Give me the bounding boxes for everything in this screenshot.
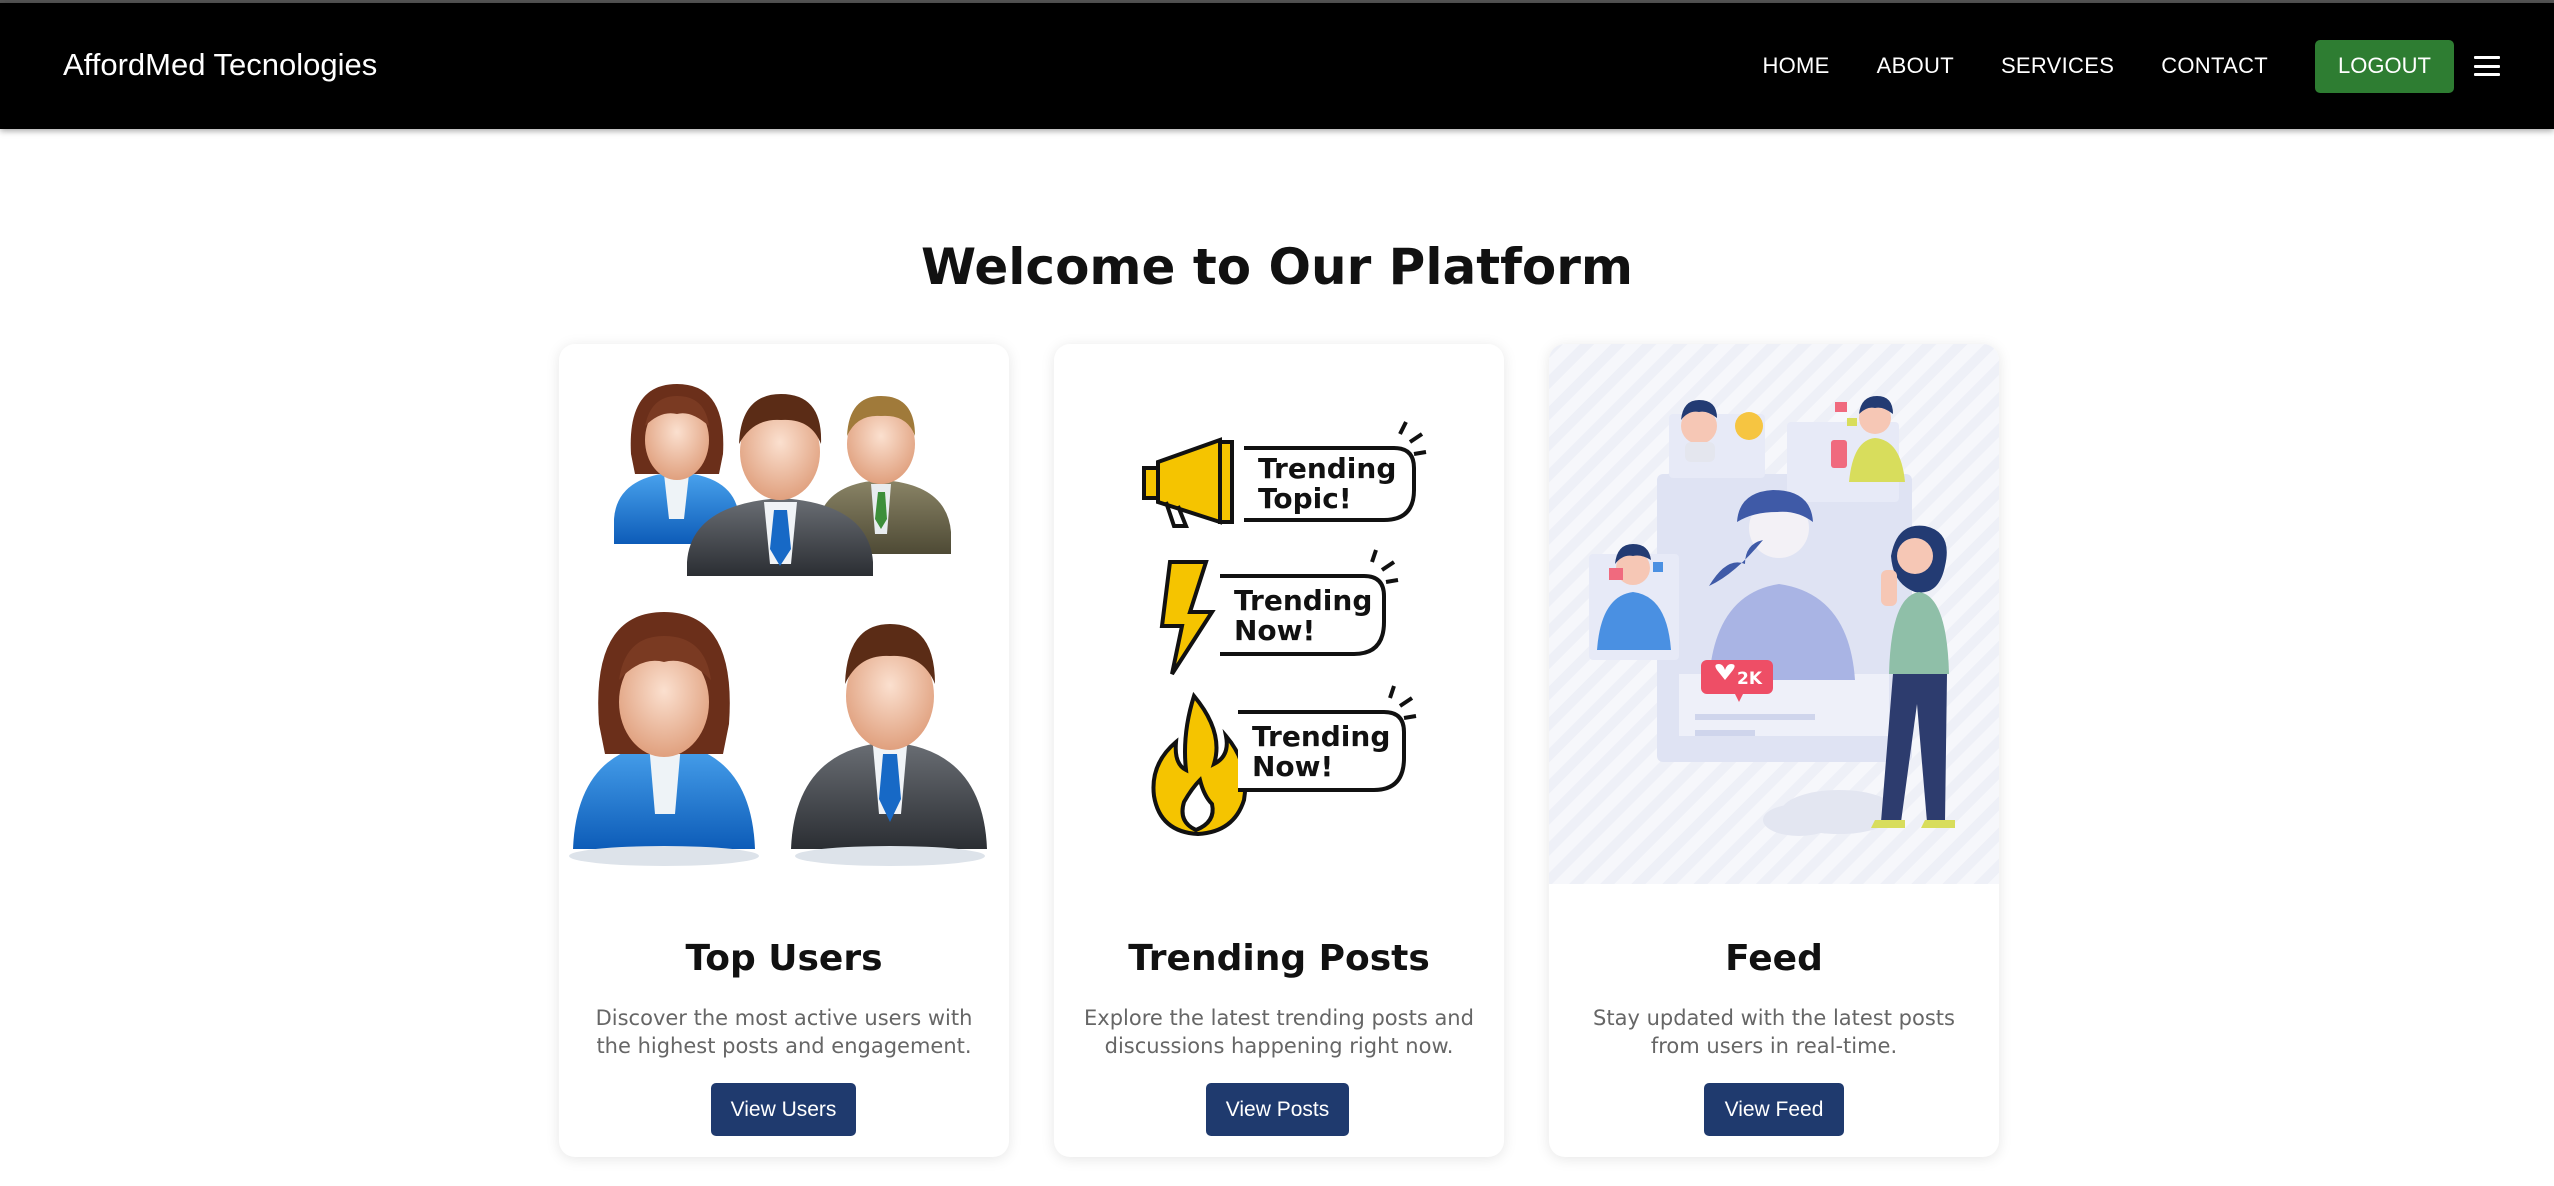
- card-title: Top Users: [685, 938, 883, 979]
- card-feed: 2K Feed Stay updated with the latest pos…: [1549, 344, 1999, 1157]
- nav-home[interactable]: HOME: [1762, 53, 1829, 79]
- card-title: Feed: [1725, 938, 1823, 979]
- card-description: Stay updated with the latest posts from …: [1593, 1006, 1955, 1058]
- view-users-button[interactable]: View Users: [711, 1083, 856, 1136]
- badge-2-line2: Now!: [1234, 614, 1315, 647]
- view-feed-button[interactable]: View Feed: [1704, 1083, 1844, 1136]
- nav-links: HOME ABOUT SERVICES CONTACT LOGOUT: [1762, 3, 2554, 129]
- trending-badges-illustration: Trending Topic! Trending Now! Trending N…: [1054, 344, 1504, 884]
- navbar: AffordMed Tecnologies HOME ABOUT SERVICE…: [0, 3, 2554, 129]
- card-trending-posts: Trending Topic! Trending Now! Trending N…: [1054, 344, 1504, 1157]
- social-feed-illustration: 2K: [1549, 344, 1999, 884]
- nav-about[interactable]: ABOUT: [1877, 53, 1954, 79]
- badge-3-line1: Trending: [1252, 720, 1390, 753]
- nav-services[interactable]: SERVICES: [2001, 53, 2114, 79]
- badge-3-line2: Now!: [1252, 750, 1333, 783]
- flame-icon: [1151, 691, 1248, 837]
- megaphone-icon: [1142, 437, 1234, 528]
- badge-2-line1: Trending: [1234, 584, 1372, 617]
- badge-1-line2: Topic!: [1258, 482, 1352, 515]
- lightning-icon: [1159, 560, 1216, 676]
- hamburger-menu-icon[interactable]: [2474, 56, 2500, 76]
- logout-button[interactable]: LOGOUT: [2315, 39, 2454, 93]
- brand-logo[interactable]: AffordMed Tecnologies: [63, 47, 377, 83]
- like-count: 2K: [1737, 669, 1763, 689]
- card-title: Trending Posts: [1128, 938, 1430, 979]
- badge-1-line1: Trending: [1258, 452, 1396, 485]
- card-top-users: Top Users Discover the most active users…: [559, 344, 1009, 1157]
- card-description: Discover the most active users with the …: [595, 1006, 973, 1058]
- business-people-illustration: [559, 344, 1009, 884]
- page-title: Welcome to Our Platform: [921, 238, 1633, 296]
- card-description: Explore the latest trending posts and di…: [1084, 1006, 1474, 1058]
- view-posts-button[interactable]: View Posts: [1206, 1083, 1349, 1136]
- nav-contact[interactable]: CONTACT: [2161, 53, 2268, 79]
